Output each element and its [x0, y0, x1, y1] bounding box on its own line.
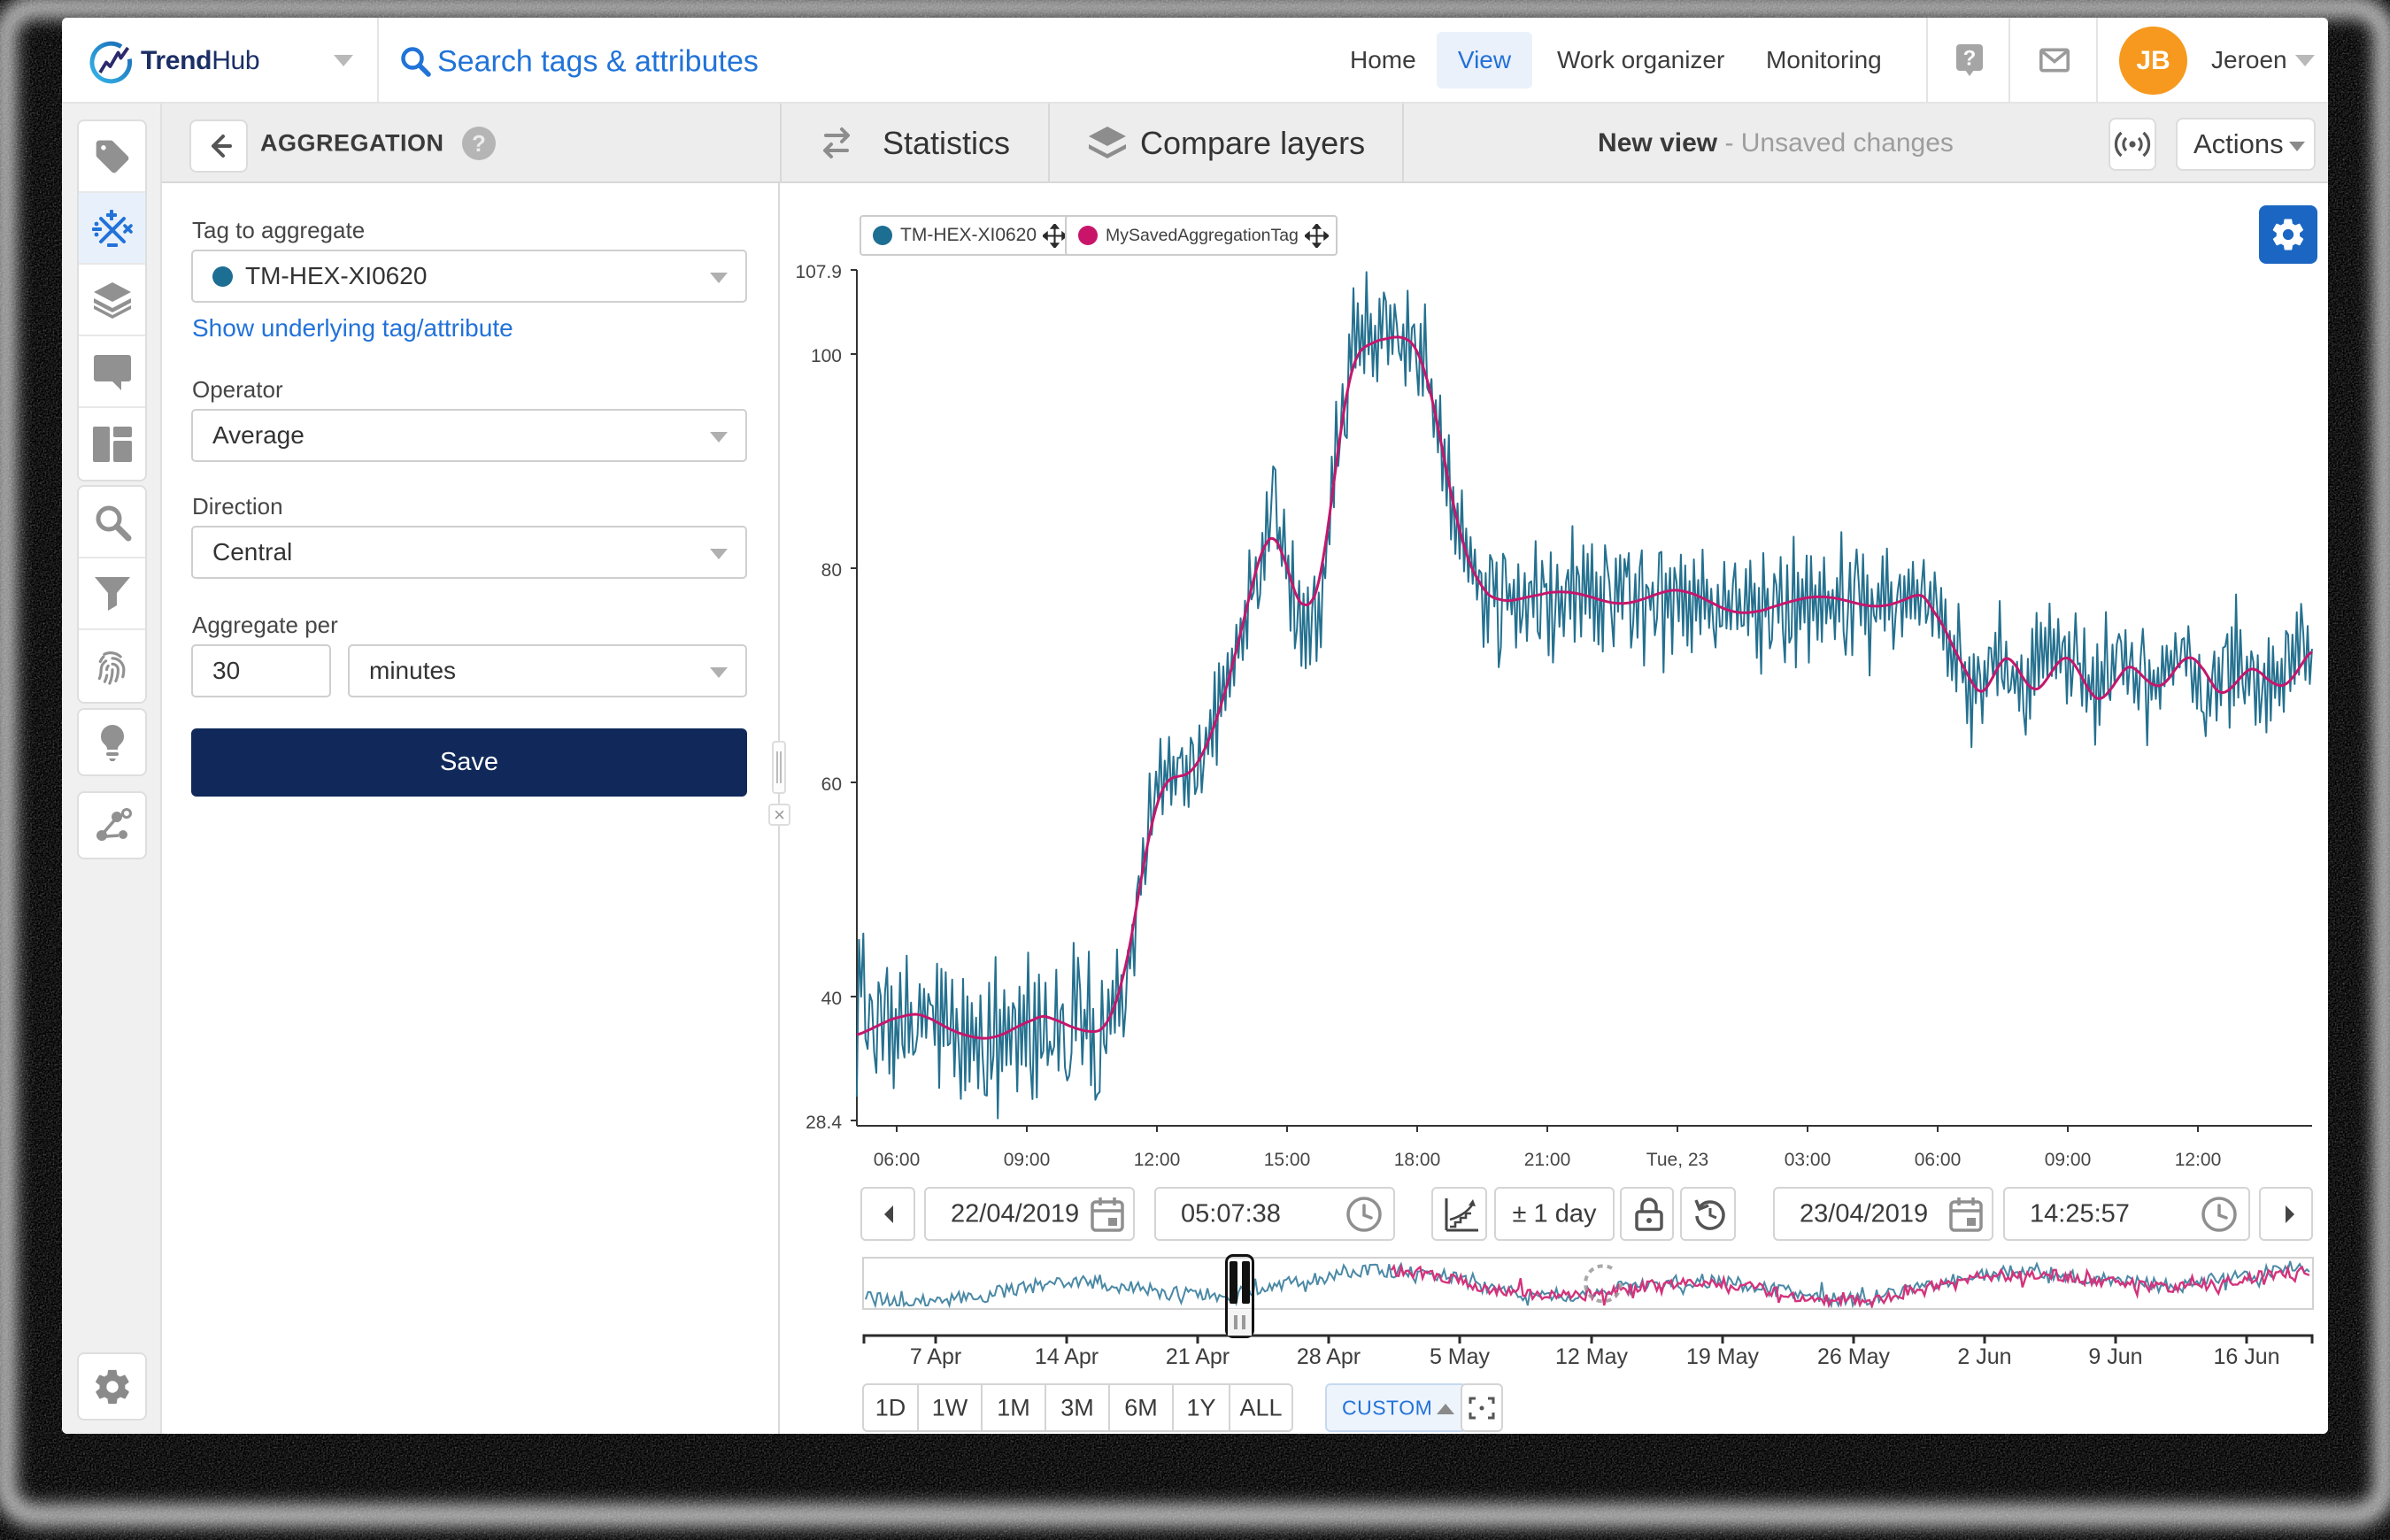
- svg-text:40: 40: [821, 989, 842, 1009]
- svg-text:18:00: 18:00: [1394, 1150, 1441, 1170]
- svg-text:28 Apr: 28 Apr: [1297, 1344, 1361, 1369]
- svg-text:?: ?: [1963, 47, 1977, 71]
- svg-text:16 Jun: 16 Jun: [2213, 1344, 2279, 1369]
- svg-text:21 Apr: 21 Apr: [1166, 1344, 1230, 1369]
- svg-text:80: 80: [821, 560, 842, 581]
- svg-text:9 Jun: 9 Jun: [2088, 1344, 2142, 1369]
- svg-text:09:00: 09:00: [1004, 1150, 1051, 1170]
- svg-text:26 May: 26 May: [1817, 1344, 1890, 1369]
- svg-text:06:00: 06:00: [1915, 1150, 1962, 1170]
- svg-text:03:00: 03:00: [1785, 1150, 1831, 1170]
- svg-text:100: 100: [811, 346, 842, 366]
- svg-text:107.9: 107.9: [795, 262, 842, 282]
- svg-text:5 May: 5 May: [1430, 1344, 1491, 1369]
- svg-text:60: 60: [821, 774, 842, 795]
- svg-text:06:00: 06:00: [874, 1150, 921, 1170]
- svg-text:09:00: 09:00: [2045, 1150, 2092, 1170]
- svg-text:7 Apr: 7 Apr: [910, 1344, 961, 1369]
- svg-text:28.4: 28.4: [806, 1113, 842, 1133]
- svg-text:12:00: 12:00: [1134, 1150, 1181, 1170]
- svg-text:Tue, 23: Tue, 23: [1646, 1150, 1708, 1170]
- svg-text:14 Apr: 14 Apr: [1035, 1344, 1099, 1369]
- svg-text:19 May: 19 May: [1686, 1344, 1759, 1369]
- svg-text:12 May: 12 May: [1555, 1344, 1628, 1369]
- svg-text:2 Jun: 2 Jun: [1957, 1344, 2011, 1369]
- svg-text:15:00: 15:00: [1264, 1150, 1311, 1170]
- svg-text:21:00: 21:00: [1524, 1150, 1571, 1170]
- svg-text:12:00: 12:00: [2175, 1150, 2222, 1170]
